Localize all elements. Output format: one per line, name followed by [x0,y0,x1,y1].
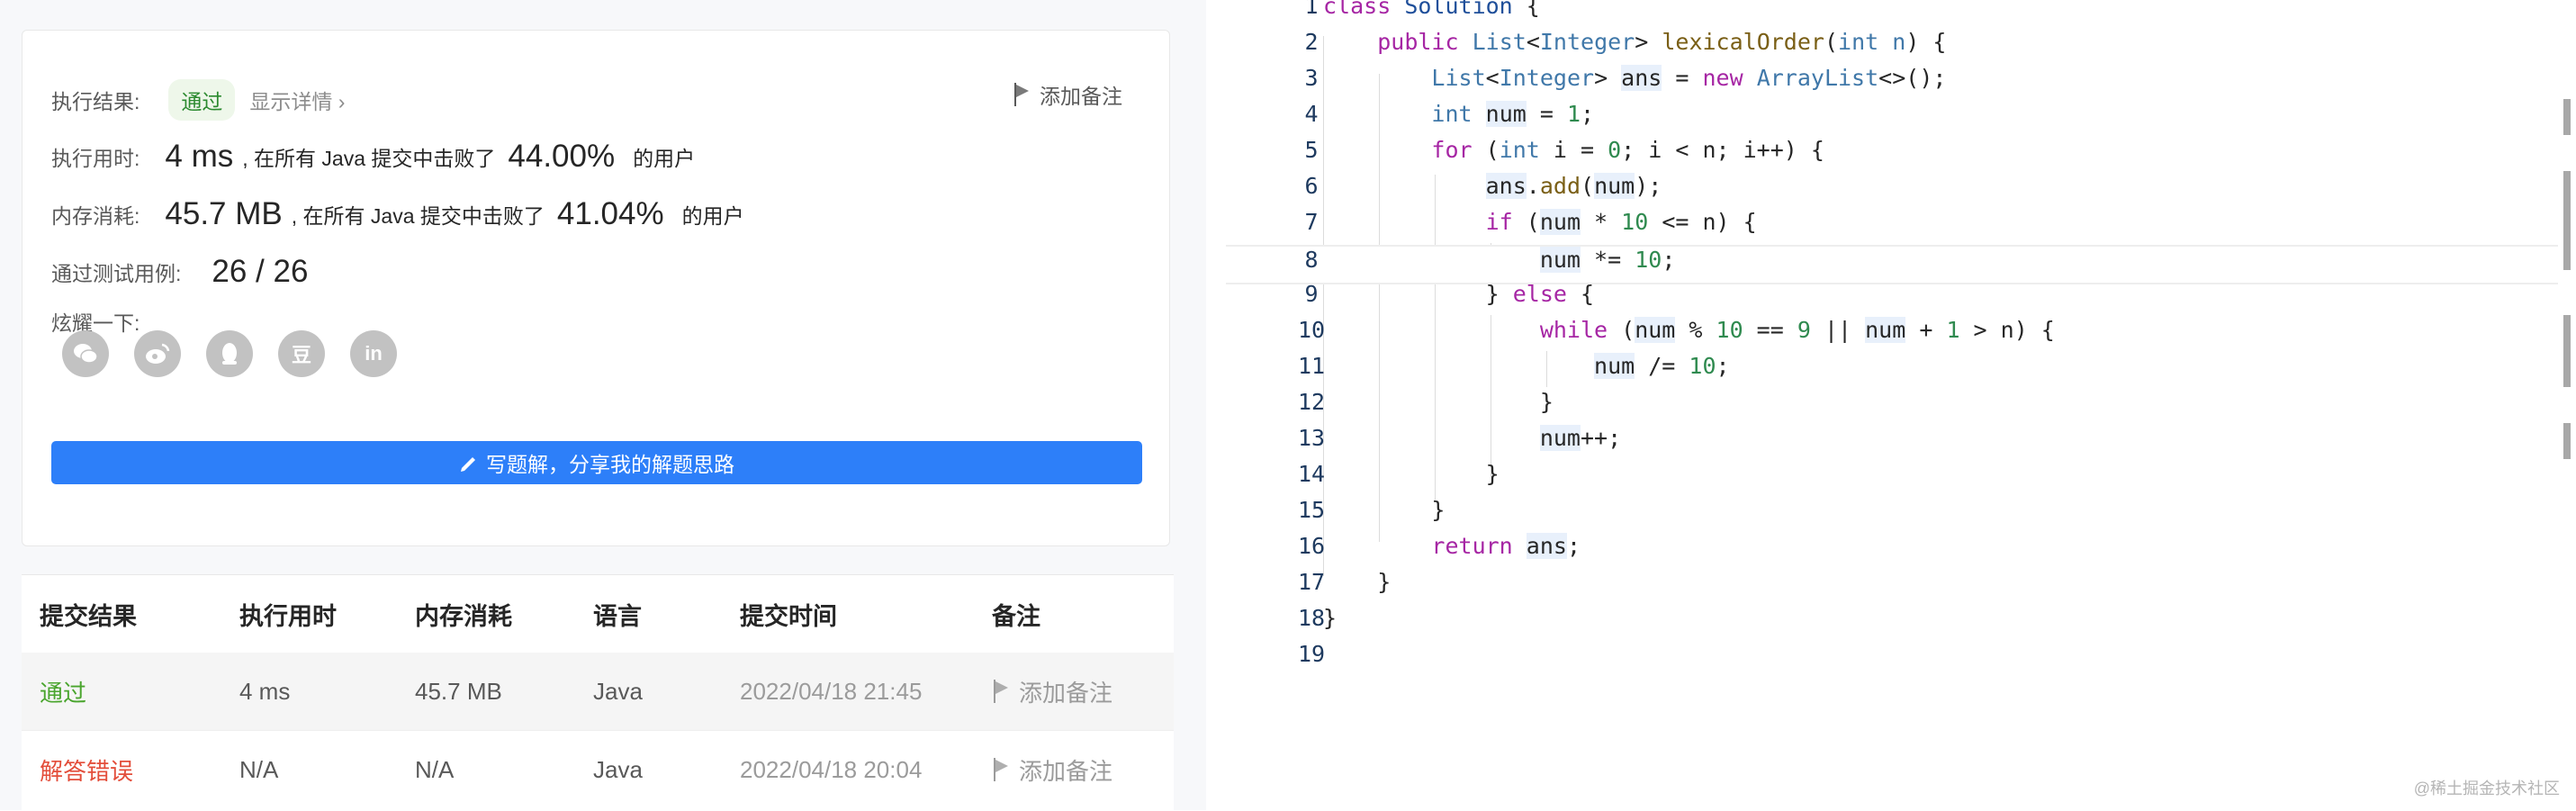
runtime-percent: 44.00% [508,139,616,174]
show-details-link[interactable]: 显示详情 › [249,85,345,115]
row-memory: 45.7 MB [415,677,502,705]
testcases-label: 通过测试用例: [51,262,182,285]
submissions-table: 提交结果 执行用时 内存消耗 语言 提交时间 备注 通过 4 ms 45.7 M… [22,574,1174,811]
memory-value: 45.7 MB [165,196,283,231]
watermark: @稀土掘金技术社区 [2413,779,2560,797]
memory-label: 内存消耗: [51,204,140,228]
douban-icon[interactable]: 豆 [278,330,325,377]
weibo-glyph [146,343,170,364]
runtime-users-text: 的用户 [633,147,696,170]
pencil-icon [461,457,475,472]
code-line: 17 } [1226,569,2558,605]
row-result[interactable]: 通过 [40,675,86,708]
panel-resizer[interactable] [1206,0,2425,810]
code-line: 15 } [1226,497,2558,533]
table-row[interactable]: 通过 4 ms 45.7 MB Java 2022/04/18 21:45 添加… [22,653,1174,730]
flag-icon [992,680,1012,703]
row-result[interactable]: 解答错误 [40,753,133,787]
runtime-text: , 在所有 Java 提交中击败了 [242,147,496,170]
flag-icon [992,758,1012,781]
scrollbar-marker[interactable] [2563,423,2571,459]
code-line: 18} [1226,605,2558,641]
code-line: 16 return ans; [1226,533,2558,569]
qq-glyph [222,343,237,365]
code-line: 9 } else { [1226,281,2558,317]
wechat-icon[interactable] [62,330,109,377]
row-memory: N/A [415,755,455,783]
code-line: 12 } [1226,389,2558,425]
weibo-icon[interactable] [134,330,181,377]
add-note-label: 添加备注 [1040,85,1122,108]
code-line: 6 ans.add(num); [1226,173,2558,209]
code-line: 5 for (int i = 0; i < n; i++) { [1226,137,2558,173]
memory-percent: 41.04% [556,196,664,231]
linkedin-icon[interactable]: in [350,330,397,377]
code-line: 10 while (num % 10 == 9 || num + 1 > n) … [1226,317,2558,353]
write-solution-button[interactable]: 写题解，分享我的解题思路 [51,441,1142,484]
status-badge: 通过 [168,79,236,121]
testcases-row: 通过测试用例: 26 / 26 [51,254,317,290]
row-language: Java [593,677,643,705]
header-result: 提交结果 [40,602,137,630]
flag-icon [1013,83,1032,106]
code-line: 3 List<Integer> ans = new ArrayList<>(); [1226,65,2558,101]
result-row: 执行结果: 通过 显示详情 › [51,79,345,121]
row-runtime: N/A [239,755,279,783]
code-line: 13 num++; [1226,425,2558,461]
runtime-label: 执行用时: [51,147,140,170]
row-runtime: 4 ms [239,677,291,705]
code-line: 1 class Solution { [1226,0,2558,29]
header-memory: 内存消耗 [415,602,512,630]
line-number: 19 [1297,641,1326,667]
write-solution-label: 写题解，分享我的解题思路 [486,453,734,476]
memory-text: , 在所有 Java 提交中击败了 [291,204,545,228]
row-add-note-label: 添加备注 [1019,757,1113,785]
testcases-value: 26 / 26 [212,254,309,289]
wechat-glyph [74,344,98,364]
row-add-note[interactable]: 添加备注 [992,753,1112,787]
code-editor[interactable]: 1 class Solution { 2 public List<Integer>… [1226,0,2576,810]
memory-row: 内存消耗: 45.7 MB , 在所有 Java 提交中击败了 41.04% 的… [51,196,744,232]
code-line: 7 if (num * 10 <= n) { [1226,209,2558,245]
runtime-row: 执行用时: 4 ms , 在所有 Java 提交中击败了 44.00% 的用户 [51,139,695,175]
memory-users-text: 的用户 [681,204,744,228]
row-language: Java [593,755,643,783]
left-panel: 执行结果: 通过 显示详情 › 添加备注 执行用时: 4 ms , 在所有 Ja… [0,0,1206,811]
result-card: 执行结果: 通过 显示详情 › 添加备注 执行用时: 4 ms , 在所有 Ja… [22,30,1170,546]
code-line: 11 num /= 10; [1226,353,2558,389]
result-label: 执行结果: [51,90,140,113]
row-add-note-label: 添加备注 [1019,679,1113,707]
current-code-line: 8 num *= 10; [1226,245,2558,284]
add-note-button[interactable]: 添加备注 [1013,79,1122,110]
code-line: 4 int num = 1; [1226,101,2558,137]
code-line: 19 [1226,641,2558,677]
row-time: 2022/04/18 21:45 [740,677,923,705]
scrollbar-marker[interactable] [2563,171,2571,270]
header-time: 提交时间 [740,602,837,630]
qq-icon[interactable] [206,330,253,377]
runtime-value: 4 ms [165,139,234,174]
header-note: 备注 [992,602,1040,630]
table-header: 提交结果 执行用时 内存消耗 语言 提交时间 备注 [22,575,1174,653]
table-row[interactable]: 解答错误 N/A N/A Java 2022/04/18 20:04 添加备注 [22,730,1174,808]
scrollbar-marker[interactable] [2563,99,2571,135]
share-icons: 豆 in [62,330,397,377]
code-line: 14 } [1226,461,2558,497]
header-runtime: 执行用时 [239,602,337,630]
header-language: 语言 [593,602,642,630]
row-time: 2022/04/18 20:04 [740,755,923,783]
code-line: 2 public List<Integer> lexicalOrder(int … [1226,29,2558,65]
scrollbar-marker[interactable] [2563,315,2571,387]
row-add-note[interactable]: 添加备注 [992,675,1112,708]
